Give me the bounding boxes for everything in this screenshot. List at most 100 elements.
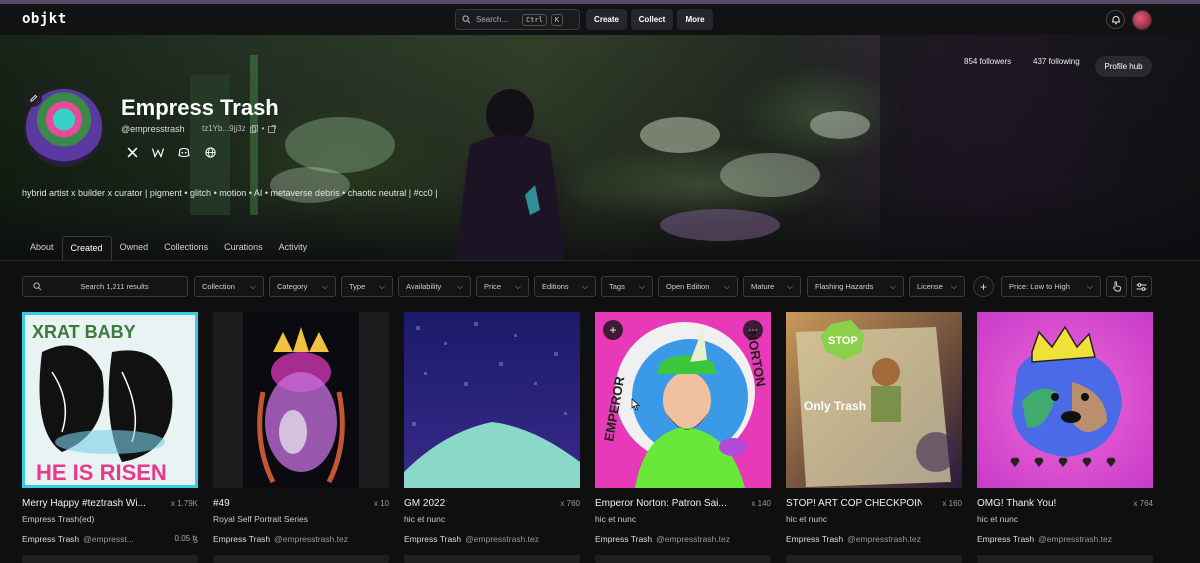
tab-curations[interactable]: Curations [216,236,271,260]
user-avatar[interactable] [1132,10,1152,30]
artist-name: Empress Trash [22,534,80,544]
token-artist[interactable]: Empress Trash @empresstrash.tez [595,534,730,544]
filter-open-edition[interactable]: Open Edition ⌵ [658,276,738,297]
token-thumbnail[interactable]: STOP Only Trash [786,312,962,488]
token-title[interactable]: OMG! Thank You! [977,498,1056,509]
wikipedia-icon[interactable] [151,145,165,159]
token-collection[interactable]: hic et nunc [786,514,827,524]
sort-label: Price: Low to High [1009,282,1070,291]
card-action-bar[interactable] [595,555,771,563]
token-collection[interactable]: Empress Trash(ed) [22,514,94,524]
tab-collections[interactable]: Collections [156,236,216,260]
chevron-down-icon: ⌵ [378,281,385,291]
token-card[interactable]: EMPEROR NORTON + ⋯ Emperor Norton: Patro… [595,312,771,563]
token-title[interactable]: Emperor Norton: Patron Sai... [595,498,727,509]
bell-icon [1111,15,1120,24]
notifications-button[interactable] [1106,10,1125,29]
token-thumbnail[interactable] [977,312,1153,488]
card-action-bar[interactable] [213,555,389,563]
token-artist[interactable]: Empress Trash @empresst... [22,534,134,544]
card-action-bar[interactable] [22,555,198,563]
art-text-top: XRAT BABY [32,322,136,342]
filter-price[interactable]: Price ⌵ [476,276,529,297]
chevron-down-icon: ⌵ [889,281,896,291]
token-title[interactable]: GM 2022 [404,498,445,509]
x-twitter-icon[interactable] [125,145,139,159]
more-options-button[interactable]: ⋯ [743,320,763,340]
token-artist[interactable]: Empress Trash @empresstrash.tez [977,534,1112,544]
following-count[interactable]: 437 following [1033,57,1080,66]
sort-select[interactable]: Price: Low to High ⌵ [1001,276,1101,297]
shortcut-ctrl: Ctrl [522,13,547,26]
artist-handle: @empresst... [83,534,134,544]
filter-category[interactable]: Category ⌵ [269,276,336,297]
token-collection[interactable]: hic et nunc [977,514,1018,524]
profile-hub-button[interactable]: Profile hub [1095,56,1152,77]
token-editions: x 1.79K [170,499,198,508]
external-link-icon[interactable] [268,124,277,133]
tab-owned[interactable]: Owned [112,236,157,260]
filter-label: Collection [202,282,235,291]
collect-button[interactable]: Collect [631,9,673,30]
token-collection[interactable]: Royal Self Portrait Series [213,514,308,524]
token-artist[interactable]: Empress Trash @empresstrash.tez [213,534,348,544]
filter-collection[interactable]: Collection ⌵ [194,276,264,297]
token-card[interactable]: XRAT BABY HE IS RISEN Merry Happy #teztr… [22,312,198,563]
copy-icon[interactable] [249,124,258,133]
token-artist[interactable]: Empress Trash @empresstrash.tez [404,534,539,544]
more-button[interactable]: More [677,9,713,30]
pencil-icon [29,94,37,102]
chevron-down-icon: ⌵ [456,281,463,291]
plus-icon: + [979,279,987,294]
token-card[interactable]: GM 2022 x 760 hic et nunc Empress Trash @… [404,312,580,563]
profile-bio: hybrid artist x builder x curator | pigm… [22,188,438,198]
token-card[interactable]: STOP Only Trash STOP! ART COP CHECKPOINT… [786,312,962,563]
filter-editions[interactable]: Editions ⌵ [534,276,596,297]
token-thumbnail[interactable] [404,312,580,488]
token-editions: x 760 [560,499,580,508]
token-card[interactable]: #49 x 10 Royal Self Portrait Series Empr… [213,312,389,563]
artwork-emperor-norton: EMPEROR NORTON [595,312,771,488]
filter-license[interactable]: License ⌵ [909,276,965,297]
token-artist[interactable]: Empress Trash @empresstrash.tez [786,534,921,544]
artist-name: Empress Trash [404,534,462,544]
filter-type[interactable]: Type ⌵ [341,276,393,297]
filter-availability[interactable]: Availability ⌵ [398,276,471,297]
discord-icon[interactable] [177,145,191,159]
token-title[interactable]: STOP! ART COP CHECKPOINT [786,498,922,509]
card-action-bar[interactable] [977,555,1153,563]
tab-created[interactable]: Created [61,236,112,260]
tab-about[interactable]: About [22,236,62,260]
token-thumbnail[interactable]: XRAT BABY HE IS RISEN [22,312,198,488]
chevron-down-icon: ⌵ [723,281,730,291]
followers-count[interactable]: 854 followers [964,57,1011,66]
view-settings-button[interactable] [1131,276,1152,297]
tab-activity[interactable]: Activity [271,236,316,260]
token-thumbnail[interactable] [213,312,389,488]
token-collection[interactable]: hic et nunc [595,514,636,524]
chevron-down-icon: ⌵ [321,281,328,291]
token-collection[interactable]: hic et nunc [404,514,445,524]
token-title[interactable]: #49 [213,498,230,509]
logo[interactable]: objkt [22,11,67,27]
filter-flashing-hazards[interactable]: Flashing Hazards ⌵ [807,276,904,297]
globe-icon[interactable] [203,145,217,159]
add-filter-button[interactable]: + [973,276,994,297]
global-search[interactable]: Search... Ctrl K [455,9,580,30]
results-search-input[interactable]: Search 1,211 results [22,276,188,297]
card-action-bar[interactable] [786,555,962,563]
artist-handle: @empresstrash.tez [847,534,921,544]
filter-mature[interactable]: Mature ⌵ [743,276,801,297]
hand-pointer-button[interactable] [1106,276,1127,297]
token-thumbnail[interactable]: EMPEROR NORTON + ⋯ [595,312,771,488]
token-card[interactable]: OMG! Thank You! x 764 hic et nunc Empres… [977,312,1153,563]
add-to-cart-button[interactable]: + [603,320,623,340]
filter-tags[interactable]: Tags ⌵ [601,276,653,297]
card-action-bar[interactable] [404,555,580,563]
edit-profile-button[interactable] [24,89,42,107]
sliders-icon [1136,282,1147,291]
token-title[interactable]: Merry Happy #teztrash Wi... [22,498,146,509]
search-icon [33,282,42,291]
create-button[interactable]: Create [586,9,627,30]
artist-name: Empress Trash [213,534,271,544]
